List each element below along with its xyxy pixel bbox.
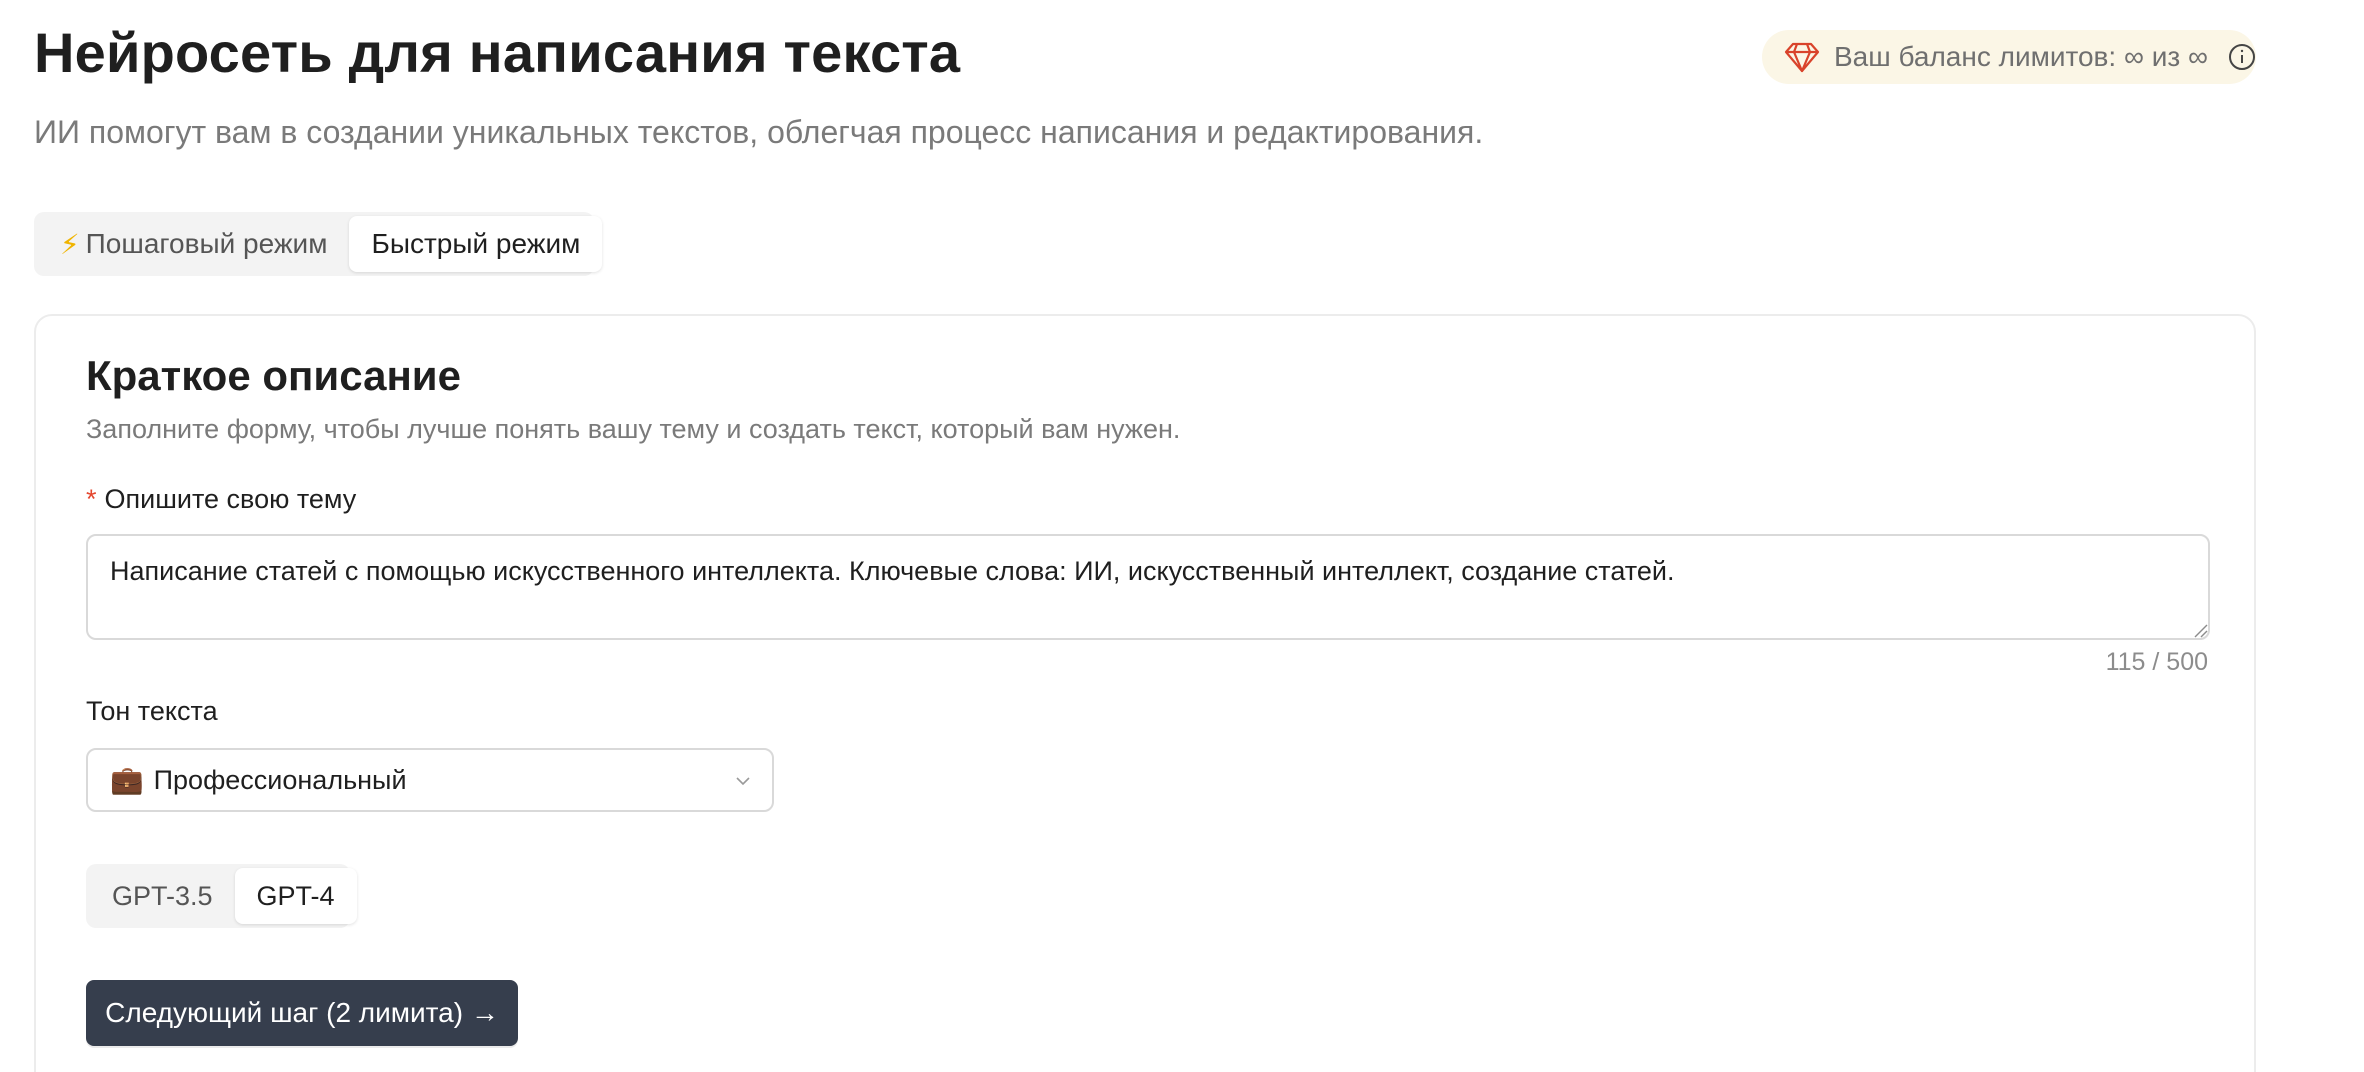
model-gpt-4[interactable]: GPT-4: [234, 868, 357, 924]
tone-select[interactable]: 💼 Профессиональный: [86, 748, 774, 812]
required-mark: *: [86, 484, 97, 514]
topic-label-text: Опишите свою тему: [104, 484, 357, 514]
mode-fast[interactable]: Быстрый режим: [349, 216, 603, 272]
topic-textarea[interactable]: Написание статей с помощью искусственног…: [86, 534, 2210, 640]
next-step-button[interactable]: Следующий шаг (2 лимита) →: [86, 980, 518, 1046]
card-description: Заполните форму, чтобы лучше понять вашу…: [86, 414, 1181, 444]
bolt-icon: ⚡: [60, 228, 80, 260]
balance-badge: Ваш баланс лимитов: ∞ из ∞: [1762, 30, 2256, 84]
mode-step-by-step[interactable]: ⚡ Пошаговый режим: [38, 216, 349, 272]
page: Нейросеть для написания текста ИИ помогу…: [0, 0, 2364, 1072]
chevron-down-icon: [734, 772, 752, 790]
briefcase-icon: 💼: [110, 765, 144, 795]
brief-description-card: Краткое описание Заполните форму, чтобы …: [34, 314, 2256, 1072]
mode-fast-label: Быстрый режим: [371, 228, 581, 259]
model-switch: GPT-3.5 GPT-4: [86, 864, 357, 928]
topic-label: * Опишите свою тему: [86, 484, 356, 515]
model-gpt-3-5[interactable]: GPT-3.5: [90, 868, 235, 924]
balance-text: Ваш баланс лимитов: ∞ из ∞: [1834, 41, 2208, 72]
mode-switch: ⚡ Пошаговый режим Быстрый режим: [34, 212, 603, 276]
resize-handle-icon[interactable]: [2192, 622, 2208, 638]
tone-selected-value: Профессиональный: [153, 764, 407, 795]
gem-icon: [1784, 41, 1820, 73]
page-title: Нейросеть для написания текста: [34, 21, 961, 84]
char-counter: 115 / 500: [2105, 648, 2208, 676]
tone-label: Тон текста: [86, 696, 218, 726]
card-title: Краткое описание: [86, 352, 461, 399]
info-icon[interactable]: [2228, 43, 2256, 71]
page-subtitle: ИИ помогут вам в создании уникальных тек…: [34, 114, 1484, 150]
mode-step-by-step-label: Пошаговый режим: [85, 228, 328, 259]
